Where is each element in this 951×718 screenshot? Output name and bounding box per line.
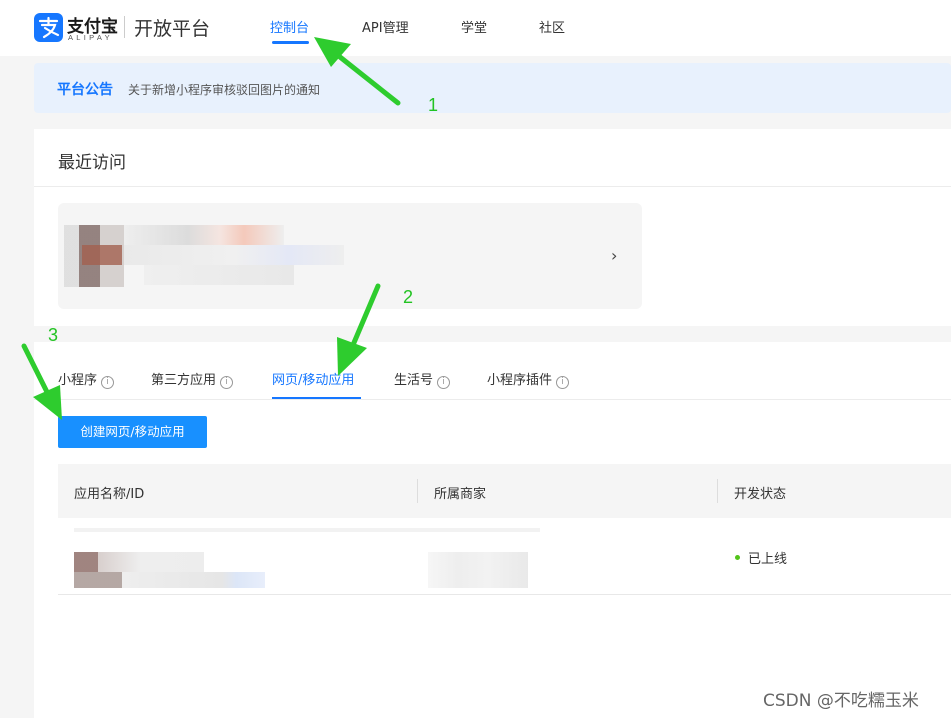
info-icon: i xyxy=(437,376,451,389)
tab-web-mobile-app[interactable]: 网页/移动应用 xyxy=(272,369,354,388)
nav-api-management[interactable]: API管理 xyxy=(362,17,409,36)
tab-mini-program-plugin[interactable]: 小程序插件 i xyxy=(487,369,570,389)
platform-title: 开放平台 xyxy=(134,18,211,40)
blurred-merchant xyxy=(428,552,528,588)
tab-label: 网页/移动应用 xyxy=(272,373,355,388)
status-text: 已上线 xyxy=(748,552,788,567)
blurred-app-name xyxy=(98,552,204,572)
apps-card: 小程序 i 第三方应用 i 网页/移动应用 生活号 i 小程序插件 i 创建网页/移动应… xyxy=(34,342,951,718)
alipay-logo-icon[interactable] xyxy=(34,13,63,42)
table-row[interactable]: 已上线 xyxy=(58,518,951,595)
column-separator xyxy=(417,479,418,503)
annotation-label-3: 3 xyxy=(48,325,59,345)
recent-visits-card: 最近访问 › xyxy=(34,129,951,326)
create-web-mobile-app-button[interactable]: 创建网页/移动应用 xyxy=(58,416,207,448)
tab-label: 生活号 xyxy=(394,373,434,388)
platform-notice-banner: 平台公告 关于新增小程序审核驳回图片的通知 xyxy=(34,63,951,113)
blurred-app-icon-detail xyxy=(82,245,122,265)
annotation-label-2: 2 xyxy=(403,287,414,307)
info-icon: i xyxy=(101,376,115,389)
nav-active-indicator xyxy=(272,41,309,44)
column-header-merchant: 所属商家 xyxy=(434,487,487,502)
column-header-app-name: 应用名称/ID xyxy=(74,487,145,502)
recent-visits-title: 最近访问 xyxy=(58,153,126,173)
blurred-row-top xyxy=(74,528,540,532)
chevron-right-icon[interactable]: › xyxy=(611,246,617,265)
watermark: CSDN @不吃糯玉米 xyxy=(763,691,919,711)
top-navbar: 支付宝 ALIPAY 开放平台 控制台 API管理 学堂 社区 xyxy=(0,0,951,56)
divider xyxy=(34,399,951,400)
blurred-app-meta xyxy=(144,265,294,285)
logo-subtext: ALIPAY xyxy=(68,33,113,42)
recent-app-item[interactable]: › xyxy=(58,203,642,309)
notice-link[interactable]: 关于新增小程序审核驳回图片的通知 xyxy=(128,81,320,98)
tab-third-party-app[interactable]: 第三方应用 i xyxy=(151,369,234,389)
logo-divider xyxy=(124,16,125,38)
column-header-dev-status: 开发状态 xyxy=(734,487,787,502)
nav-academy[interactable]: 学堂 xyxy=(461,17,487,36)
tab-label: 小程序插件 xyxy=(487,373,553,388)
blurred-app-id xyxy=(124,245,344,265)
info-icon: i xyxy=(220,376,234,389)
tab-label: 小程序 xyxy=(58,373,98,388)
column-separator xyxy=(717,479,718,503)
nav-community[interactable]: 社区 xyxy=(539,17,565,36)
nav-console[interactable]: 控制台 xyxy=(270,17,309,36)
blurred-app-id xyxy=(122,572,265,588)
table-header: 应用名称/ID 所属商家 开发状态 xyxy=(58,464,951,518)
blurred-app-name xyxy=(124,225,284,245)
tab-mini-program[interactable]: 小程序 i xyxy=(58,369,115,389)
notice-label: 平台公告 xyxy=(57,82,113,98)
tab-life-account[interactable]: 生活号 i xyxy=(394,369,451,389)
info-icon: i xyxy=(556,376,570,389)
status-online-indicator xyxy=(735,555,740,560)
divider xyxy=(34,186,951,187)
annotation-label-1: 1 xyxy=(428,95,439,115)
tab-label: 第三方应用 xyxy=(151,373,217,388)
